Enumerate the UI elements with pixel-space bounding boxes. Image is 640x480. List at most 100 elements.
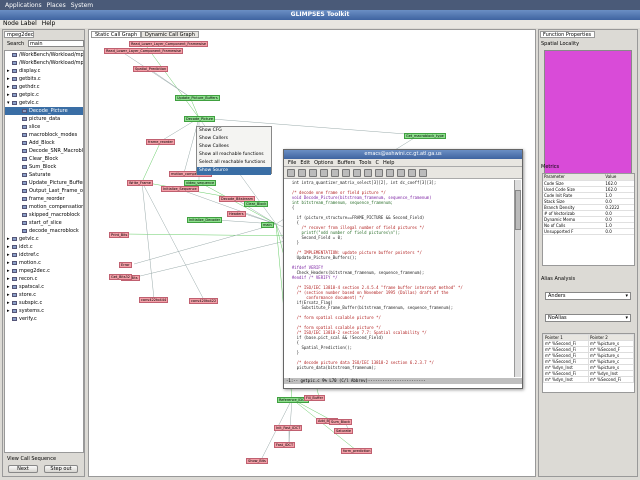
context-menu-item[interactable]: Show Callees <box>197 143 271 151</box>
search-input[interactable] <box>28 40 84 47</box>
alias-kind-select[interactable]: NoAlias <box>545 314 631 322</box>
tree-item[interactable]: ▸ idctref.c <box>5 251 83 259</box>
tree-item[interactable]: macroblock_modes <box>5 131 83 139</box>
tree-item[interactable]: /WorkBench/Workload/mp <box>5 51 83 59</box>
help-icon[interactable] <box>419 168 427 177</box>
tree-item[interactable]: /WorkBench/Workload/mp <box>5 59 83 67</box>
tree-item[interactable]: Add_Block <box>5 139 83 147</box>
emacs-menu-help[interactable]: Help <box>383 160 394 166</box>
alias-algorithm-select[interactable]: Anders <box>545 292 631 300</box>
applications-menu[interactable]: Applications <box>5 2 42 9</box>
graph-node[interactable]: Print_Bits <box>109 232 130 238</box>
file-tree[interactable]: /WorkBench/Workload/mp/WorkBench/Workloa… <box>4 50 84 453</box>
graph-node[interactable]: Get_macroblock_type <box>404 133 446 139</box>
cut-icon[interactable] <box>353 168 361 177</box>
tree-item[interactable]: ▸ spatscal.c <box>5 283 83 291</box>
copy-icon[interactable] <box>364 168 372 177</box>
tree-item[interactable]: Decode_SNR_Macroblock <box>5 147 83 155</box>
tree-item[interactable]: verify.c <box>5 315 83 323</box>
tree-item[interactable]: Sum_Block <box>5 163 83 171</box>
tree-item[interactable]: start_of_slice <box>5 219 83 227</box>
tree-item[interactable]: ▸ mpeg2dec.c <box>5 267 83 275</box>
tree-item[interactable]: motion_compensation <box>5 203 83 211</box>
emacs-menu-options[interactable]: Options <box>314 160 333 166</box>
graph-node[interactable]: Clear_Block <box>244 201 269 207</box>
search-icon[interactable] <box>386 168 394 177</box>
tree-item[interactable]: skipped_macroblock <box>5 211 83 219</box>
tree-item[interactable]: ▸ motion.c <box>5 259 83 267</box>
context-menu-item[interactable]: Show Callers <box>197 135 271 143</box>
preferences-icon[interactable] <box>408 168 416 177</box>
tree-item[interactable]: frame_reorder <box>5 195 83 203</box>
close-icon[interactable] <box>309 168 317 177</box>
graph-node[interactable]: frame_reorder <box>146 139 175 145</box>
graph-node[interactable]: Write_Frame <box>127 180 153 186</box>
tree-item[interactable]: ▾ getvlc.c <box>5 99 83 107</box>
tree-item[interactable]: ▸ subspic.c <box>5 299 83 307</box>
menu-node-label[interactable]: Node Label <box>3 20 37 27</box>
graph-node[interactable]: form_prediction <box>341 448 373 454</box>
undo-icon[interactable] <box>342 168 350 177</box>
tree-item[interactable]: decode_macroblock <box>5 227 83 235</box>
graph-node[interactable]: conv420to422 <box>189 298 219 304</box>
places-menu[interactable]: Places <box>47 2 66 9</box>
tree-item[interactable]: Output_Last_Frame_of_Seq <box>5 187 83 195</box>
graph-node[interactable]: Spatial_Prediction <box>133 66 169 72</box>
context-menu-item[interactable]: Show Source <box>197 167 271 175</box>
tree-item[interactable]: ▸ systems.c <box>5 307 83 315</box>
emacs-menu-c[interactable]: C <box>375 160 379 166</box>
emacs-menu-buffers[interactable]: Buffers <box>337 160 355 166</box>
emacs-menu-file[interactable]: File <box>288 160 296 166</box>
tree-item[interactable]: slice <box>5 123 83 131</box>
project-tab[interactable]: mpeg2dec <box>4 31 34 38</box>
next-button[interactable]: Next <box>8 465 38 473</box>
tree-item[interactable]: ▸ idct.c <box>5 243 83 251</box>
emacs-scroll-thumb[interactable] <box>515 190 521 230</box>
emacs-menu-tools[interactable]: Tools <box>359 160 371 166</box>
graph-node[interactable]: Initialize_Decoder <box>187 217 223 223</box>
graph-node[interactable]: conv422to444 <box>139 297 169 303</box>
tree-item[interactable]: ▸ getbits.c <box>5 75 83 83</box>
tree-item[interactable]: Saturate <box>5 171 83 179</box>
tree-item[interactable]: picture_data <box>5 115 83 123</box>
emacs-scrollbar[interactable] <box>514 180 521 377</box>
graph-node[interactable]: Show_Bits <box>246 458 268 464</box>
graph-node[interactable]: Fill_Buffer <box>304 395 326 401</box>
graph-node[interactable]: Saturate <box>334 428 354 434</box>
context-menu-item[interactable]: Show CFG <box>197 127 271 135</box>
alias-row[interactable]: m* %dyn_Inst m* %Second_Fi <box>543 376 634 383</box>
tree-item[interactable]: ▸ getvlc.c <box>5 235 83 243</box>
context-menu-item[interactable]: Select all reachable functions <box>197 159 271 167</box>
tree-item[interactable]: ▸ getpic.c <box>5 91 83 99</box>
save-as-icon[interactable] <box>331 168 339 177</box>
menu-help[interactable]: Help <box>42 20 56 27</box>
graph-node[interactable]: video_sequence <box>184 180 217 186</box>
system-menu[interactable]: System <box>71 2 93 9</box>
tree-item[interactable]: ▸ gethdr.c <box>5 83 83 91</box>
tree-item[interactable]: Decode_Picture <box>5 107 83 115</box>
graph-node[interactable]: Update_Picture_Buffers <box>175 95 220 101</box>
graph-node[interactable]: Read_Lower_Layer_Component_Framewise <box>129 41 209 47</box>
graph-node[interactable]: Fast_IDCT <box>274 442 296 448</box>
emacs-menu-edit[interactable]: Edit <box>300 160 310 166</box>
step-out-button[interactable]: Step out <box>44 465 78 473</box>
tree-item[interactable]: ▸ display.c <box>5 67 83 75</box>
paste-icon[interactable] <box>375 168 383 177</box>
graph-node[interactable]: Error <box>119 262 132 268</box>
graph-node[interactable]: Get_Bits32 <box>109 274 133 280</box>
context-menu-item[interactable]: Show all reachable functions <box>197 151 271 159</box>
tree-item[interactable]: Update_Picture_Buffers <box>5 179 83 187</box>
graph-node[interactable]: Decode_Picture <box>184 116 216 122</box>
tree-item[interactable]: Clear_Block <box>5 155 83 163</box>
graph-node[interactable]: Read_Lower_Layer_Component_Framewise <box>104 48 184 54</box>
new-file-icon[interactable] <box>287 168 295 177</box>
print-icon[interactable] <box>397 168 405 177</box>
graph-node[interactable]: main <box>261 222 274 228</box>
tree-item[interactable]: ▸ store.c <box>5 291 83 299</box>
graph-node[interactable]: Headers <box>227 211 246 217</box>
tab-function-properties[interactable]: Function Properties <box>540 31 595 38</box>
open-folder-icon[interactable] <box>298 168 306 177</box>
save-icon[interactable] <box>320 168 328 177</box>
graph-node[interactable]: Sum_Block <box>329 419 353 425</box>
graph-node[interactable]: Initialize_Sequence <box>161 186 199 192</box>
